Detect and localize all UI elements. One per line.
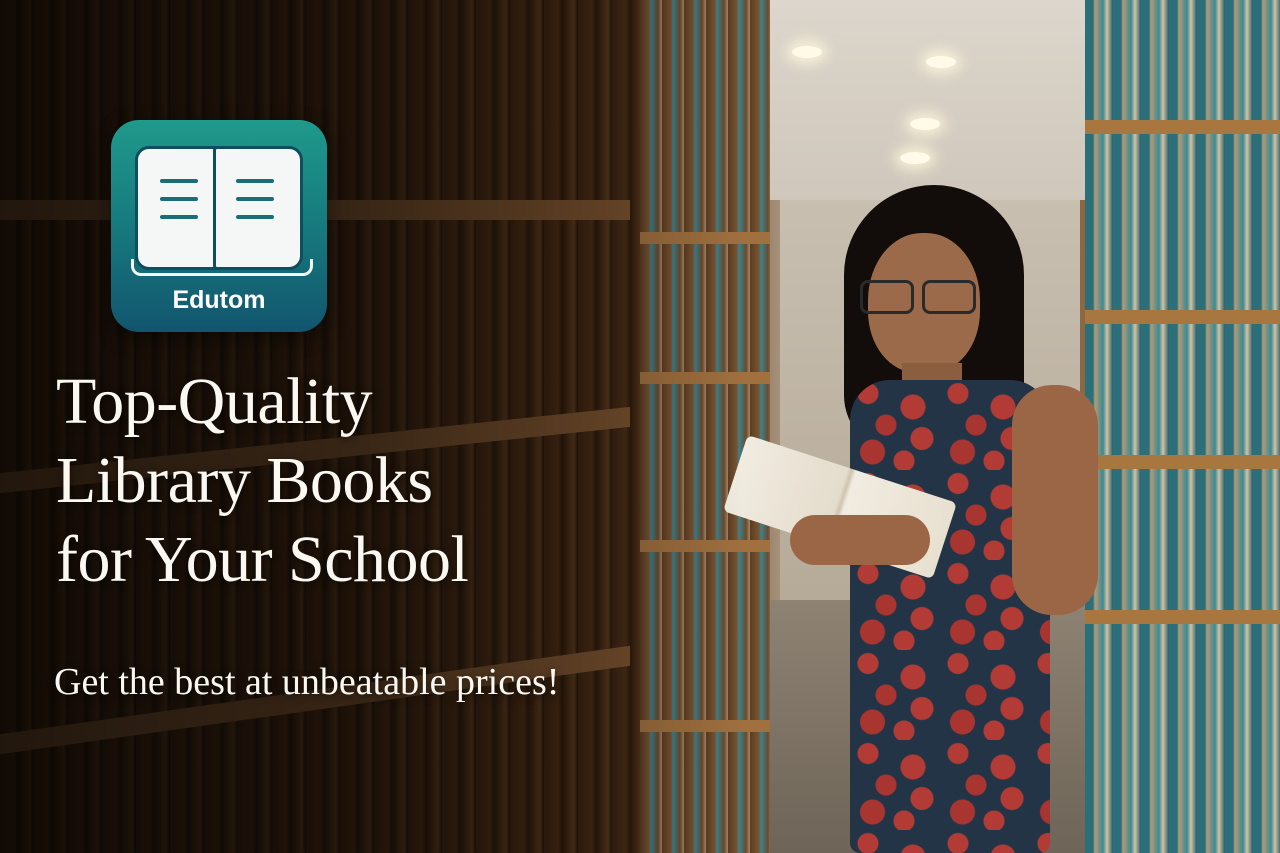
book-page-right: [213, 146, 303, 270]
edutom-logo: Edutom: [111, 120, 327, 332]
hero-banner: Edutom Top-Quality Library Books for You…: [0, 0, 1280, 853]
headline: Top-Quality Library Books for Your Schoo…: [56, 362, 676, 599]
book-base: [131, 259, 313, 276]
tagline: Get the best at unbeatable prices!: [54, 661, 560, 703]
open-book-icon: [131, 146, 313, 276]
headline-line-3: for Your School: [56, 523, 469, 596]
brand-name: Edutom: [172, 286, 266, 314]
headline-line-1: Top-Quality: [56, 365, 373, 438]
book-page-left: [135, 146, 225, 270]
headline-line-2: Library Books: [56, 444, 433, 517]
